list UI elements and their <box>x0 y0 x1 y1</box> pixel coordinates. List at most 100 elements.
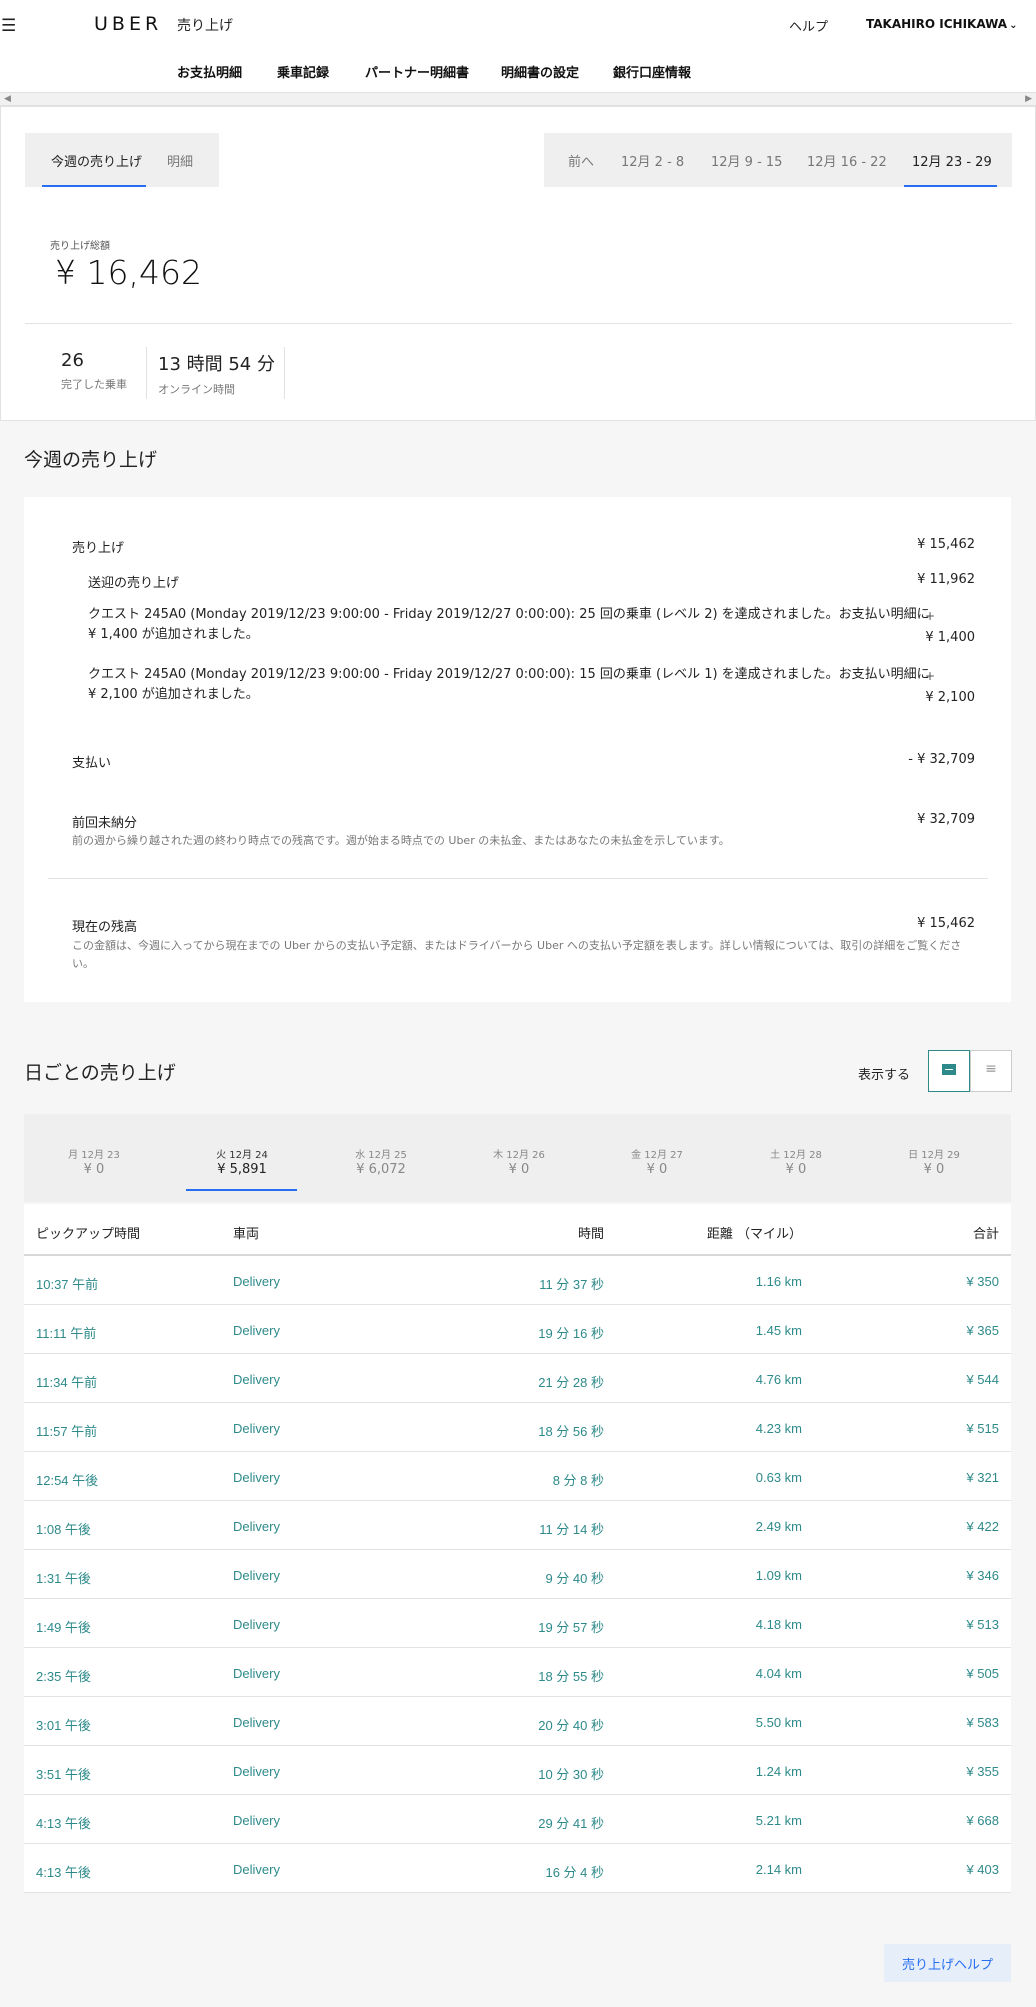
horizontal-scrollbar[interactable]: ◀ ▶ <box>0 92 1036 106</box>
day-tab[interactable]: 木 12月 26 ¥ 0 <box>450 1146 588 1177</box>
uber-logo[interactable]: UBER <box>94 13 162 35</box>
completed-trips-count: 26 <box>61 350 84 371</box>
pickup-time-link[interactable]: 3:51 午後 <box>36 1764 91 1783</box>
trip-total: ¥ 505 <box>966 1666 999 1681</box>
trip-duration: 9 分 40 秒 <box>545 1571 604 1586</box>
top-bar: ☰ UBER 売り上げ ヘルプ TAKAHIRO ICHIKAWA ⌄ お支払明細… <box>0 0 1036 92</box>
scroll-right-icon[interactable]: ▶ <box>1025 93 1032 106</box>
user-name: TAKAHIRO ICHIKAWA <box>866 17 1008 31</box>
table-row[interactable]: 4:13 午後 Delivery 29 分 41 秒 5.21 km ¥ 668 <box>24 1795 1011 1844</box>
trip-distance: 1.09 km <box>755 1568 802 1583</box>
day-label: 水 12月 25 <box>355 1150 407 1161</box>
earnings-breakdown-card: 売り上げ ¥ 15,462 送迎の売り上げ ¥ 11,962 クエスト 245A… <box>24 497 1011 1002</box>
table-row[interactable]: 12:54 午後 Delivery 8 分 8 秒 0.63 km ¥ 321 <box>24 1452 1011 1501</box>
stat-divider <box>146 347 147 399</box>
chart-view-icon <box>929 1061 969 1077</box>
table-row[interactable]: 11:34 午前 Delivery 21 分 28 秒 4.76 km ¥ 544 <box>24 1354 1011 1403</box>
tab-weekly-earnings[interactable]: 今週の売り上げ <box>51 151 142 170</box>
pickup-time-link[interactable]: 11:57 午前 <box>36 1421 97 1440</box>
trip-distance: 5.50 km <box>755 1715 802 1730</box>
day-tab[interactable]: 土 12月 28 ¥ 0 <box>727 1146 865 1177</box>
trips-table: ピックアップ時間 車両 時間 距離 （マイル） 合計 10:37 午前 Deliv… <box>24 1204 1011 1893</box>
table-row[interactable]: 11:57 午前 Delivery 18 分 56 秒 4.23 km ¥ 515 <box>24 1403 1011 1452</box>
list-view-toggle[interactable]: ≡ <box>970 1050 1012 1092</box>
week-option[interactable]: 12月 16 - 22 <box>807 151 887 170</box>
previous-balance-row: 前回未納分 ¥ 32,709 <box>72 812 975 831</box>
trip-total: ¥ 515 <box>966 1421 999 1436</box>
total-earnings-value: ¥ 16,462 <box>55 253 202 292</box>
app-title: 売り上げ <box>177 18 233 34</box>
table-row[interactable]: 3:51 午後 Delivery 10 分 30 秒 1.24 km ¥ 355 <box>24 1746 1011 1795</box>
table-header: ピックアップ時間 車両 時間 距離 （マイル） 合計 <box>24 1204 1011 1256</box>
tab-details[interactable]: 明細 <box>167 151 193 170</box>
table-row[interactable]: 1:49 午後 Delivery 19 分 57 秒 4.18 km ¥ 513 <box>24 1599 1011 1648</box>
table-row[interactable]: 2:35 午後 Delivery 18 分 55 秒 4.04 km ¥ 505 <box>24 1648 1011 1697</box>
table-body: 10:37 午前 Delivery 11 分 37 秒 1.16 km ¥ 350 11:… <box>24 1256 1011 1893</box>
pickup-time-link[interactable]: 1:49 午後 <box>36 1617 91 1636</box>
column-header-pickup-time: ピックアップ時間 <box>36 1227 141 1242</box>
chart-view-toggle[interactable] <box>928 1050 970 1092</box>
day-tab[interactable]: 日 12月 29 ¥ 0 <box>865 1146 1003 1177</box>
pickup-time-link[interactable]: 11:34 午前 <box>36 1372 97 1391</box>
week-option-current[interactable]: 12月 23 - 29 <box>912 151 992 170</box>
day-tab[interactable]: 月 12月 23 ¥ 0 <box>25 1146 163 1177</box>
current-balance-label: 現在の残高 <box>72 920 138 935</box>
nav-statements[interactable]: お支払明細 <box>177 62 242 81</box>
pickup-time-link[interactable]: 2:35 午後 <box>36 1666 91 1685</box>
earnings-help-button[interactable]: 売り上げヘルプ <box>884 1944 1011 1982</box>
vehicle-type: Delivery <box>233 1715 280 1730</box>
stat-divider <box>284 347 285 399</box>
nav-trips[interactable]: 乗車記録 <box>277 62 329 81</box>
user-menu[interactable]: TAKAHIRO ICHIKAWA ⌄ <box>866 17 1017 31</box>
nav-bank-info[interactable]: 銀行口座情報 <box>613 62 691 81</box>
week-active-indicator <box>904 185 997 187</box>
pickup-time-link[interactable]: 4:13 午後 <box>36 1862 91 1881</box>
week-option[interactable]: 12月 9 - 15 <box>711 151 782 170</box>
pickup-time-link[interactable]: 10:37 午前 <box>36 1274 98 1293</box>
pickup-time-link[interactable]: 4:13 午後 <box>36 1813 91 1832</box>
table-row[interactable]: 1:31 午後 Delivery 9 分 40 秒 1.09 km ¥ 346 <box>24 1550 1011 1599</box>
nav-partner-statements[interactable]: パートナー明細書 <box>365 62 469 81</box>
trip-total: ¥ 365 <box>966 1323 999 1338</box>
trip-total: ¥ 355 <box>966 1764 999 1779</box>
table-row[interactable]: 3:01 午後 Delivery 20 分 40 秒 5.50 km ¥ 583 <box>24 1697 1011 1746</box>
day-value: ¥ 0 <box>646 1162 668 1177</box>
day-tab[interactable]: 金 12月 27 ¥ 0 <box>588 1146 726 1177</box>
vehicle-type: Delivery <box>233 1421 280 1436</box>
pickup-time-link[interactable]: 1:08 午後 <box>36 1519 91 1538</box>
vehicle-type: Delivery <box>233 1372 280 1387</box>
scroll-left-icon[interactable]: ◀ <box>4 93 11 106</box>
day-value: ¥ 0 <box>83 1162 105 1177</box>
trip-duration: 11 分 37 秒 <box>539 1277 604 1292</box>
trip-duration: 29 分 41 秒 <box>538 1816 604 1831</box>
week-option[interactable]: 12月 2 - 8 <box>621 151 684 170</box>
table-row[interactable]: 10:37 午前 Delivery 11 分 37 秒 1.16 km ¥ 350 <box>24 1256 1011 1305</box>
menu-icon[interactable]: ☰ <box>1 16 16 36</box>
pickup-time-link[interactable]: 11:11 午前 <box>36 1323 96 1342</box>
table-row[interactable]: 1:08 午後 Delivery 11 分 14 秒 2.49 km ¥ 422 <box>24 1501 1011 1550</box>
day-label: 木 12月 26 <box>493 1150 545 1161</box>
pickup-time-link[interactable]: 3:01 午後 <box>36 1715 91 1734</box>
nav-statement-settings[interactable]: 明細書の設定 <box>501 62 579 81</box>
vehicle-type: Delivery <box>233 1862 280 1877</box>
table-row[interactable]: 4:13 午後 Delivery 16 分 4 秒 2.14 km ¥ 403 <box>24 1844 1011 1893</box>
pickup-time-link[interactable]: 12:54 午後 <box>36 1470 98 1489</box>
vehicle-type: Delivery <box>233 1764 280 1779</box>
trip-distance: 0.63 km <box>755 1470 802 1485</box>
day-value: ¥ 0 <box>923 1162 945 1177</box>
pickup-time-link[interactable]: 1:31 午後 <box>36 1568 91 1587</box>
trip-duration: 10 分 30 秒 <box>538 1767 604 1782</box>
vehicle-type: Delivery <box>233 1470 280 1485</box>
fares-label: 送迎の売り上げ <box>88 576 180 591</box>
trip-duration: 19 分 57 秒 <box>538 1620 604 1635</box>
day-tab[interactable]: 水 12月 25 ¥ 6,072 <box>312 1146 450 1177</box>
table-row[interactable]: 11:11 午前 Delivery 19 分 16 秒 1.45 km ¥ 365 <box>24 1305 1011 1354</box>
day-tab-selected[interactable]: 火 12月 24 ¥ 5,891 <box>173 1146 311 1177</box>
quest-bonus-amount: + ¥ 2,100 <box>915 665 975 709</box>
trip-distance: 1.24 km <box>755 1764 802 1779</box>
trip-total: ¥ 513 <box>966 1617 999 1632</box>
help-link[interactable]: ヘルプ <box>789 16 828 35</box>
trip-duration: 19 分 16 秒 <box>538 1326 604 1341</box>
week-prev-button[interactable]: 前へ <box>568 151 594 170</box>
day-label: 火 12月 24 <box>216 1150 268 1161</box>
